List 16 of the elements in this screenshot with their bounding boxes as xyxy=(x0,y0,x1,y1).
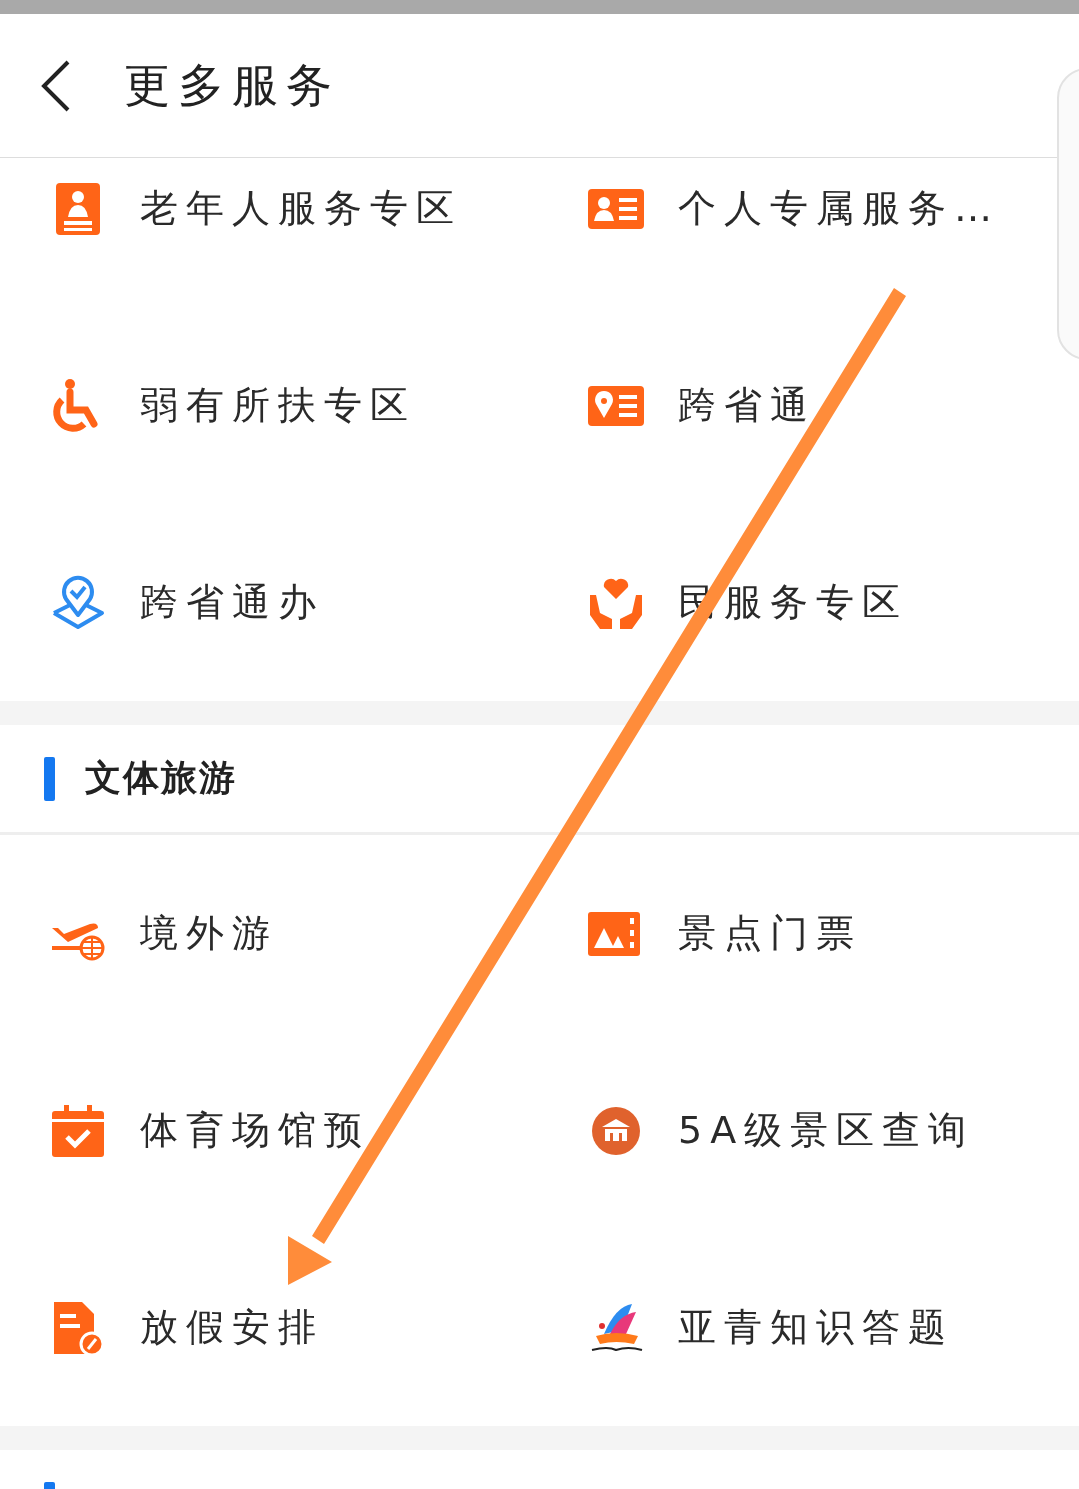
service-item[interactable]: 境外游 xyxy=(0,835,278,1032)
service-item[interactable]: 体育场馆预 xyxy=(0,1032,370,1229)
service-item[interactable]: 弱有所扶专区 xyxy=(0,307,416,504)
calendar-check-icon xyxy=(50,1102,106,1159)
map-check-icon xyxy=(50,574,106,631)
service-item[interactable]: 放假安排 xyxy=(0,1229,324,1426)
page-title: 更多服务 xyxy=(124,56,340,114)
service-item[interactable]: 5A级景区查询 xyxy=(538,1032,975,1229)
service-item[interactable]: 老年人服务专区 xyxy=(0,158,462,307)
service-item[interactable]: 景点门票 xyxy=(538,835,862,1032)
section-title: 文体旅游 xyxy=(85,756,237,800)
service-item[interactable]: 亚青知识答题 xyxy=(538,1229,954,1426)
section-marker xyxy=(44,756,55,801)
service-item[interactable]: 跨省通办 xyxy=(0,504,324,701)
service-item[interactable]: 跨省通 xyxy=(538,307,816,504)
service-item[interactable]: 个人专属服务… xyxy=(538,158,1000,307)
